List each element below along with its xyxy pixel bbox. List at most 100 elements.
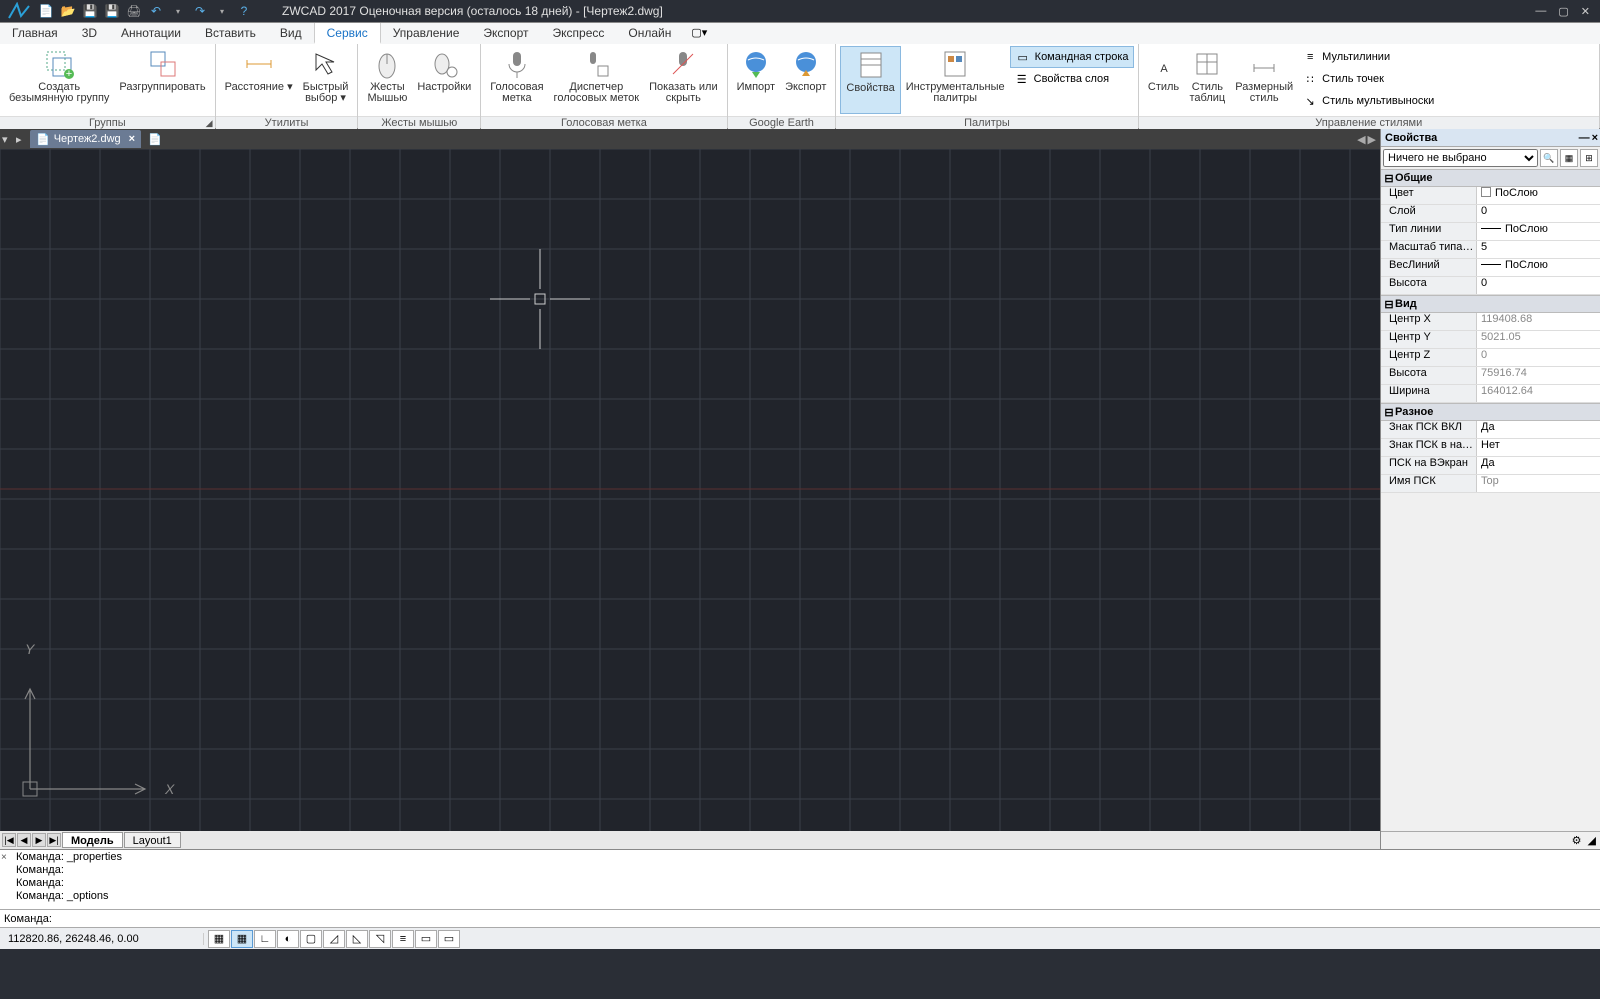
- property-group-header[interactable]: ⊟Вид: [1381, 295, 1600, 313]
- dim-style-button[interactable]: Размерный стиль: [1230, 46, 1298, 114]
- table-style-button[interactable]: Стиль таблиц: [1185, 46, 1231, 114]
- multilines-button[interactable]: ≡ Мультилинии: [1298, 46, 1438, 68]
- layout-nav-prev-icon[interactable]: ◀: [17, 833, 31, 847]
- status-toggle-lwt-icon[interactable]: ◺: [346, 930, 368, 948]
- property-row[interactable]: ПСК на ВЭкранДа: [1381, 457, 1600, 475]
- voice-label-button[interactable]: Голосовая метка: [485, 46, 548, 114]
- property-row[interactable]: Высота75916.74: [1381, 367, 1600, 385]
- qat-saveas-icon[interactable]: 💾: [104, 3, 120, 19]
- property-row[interactable]: Высота0: [1381, 277, 1600, 295]
- tab-pin-icon[interactable]: ▸: [16, 133, 22, 146]
- property-row[interactable]: Масштаб типа л...5: [1381, 241, 1600, 259]
- pick-add-icon[interactable]: ▦: [1560, 149, 1578, 167]
- properties-palette-button[interactable]: Свойства: [840, 46, 900, 114]
- qat-new-icon[interactable]: 📄: [38, 3, 54, 19]
- property-row[interactable]: Имя ПСКTop: [1381, 475, 1600, 493]
- qat-undo-icon[interactable]: ↶: [148, 3, 164, 19]
- tab-scroll-left-icon[interactable]: ◀: [1357, 133, 1365, 146]
- multileader-style-button[interactable]: ↘ Стиль мультивыноски: [1298, 90, 1438, 112]
- distance-button[interactable]: Расстояние ▾: [220, 46, 298, 114]
- status-toggle-snap-icon[interactable]: ▦: [231, 930, 253, 948]
- status-toggle-dyn-icon[interactable]: ◹: [369, 930, 391, 948]
- ribbon-tab-service[interactable]: Сервис: [314, 23, 381, 44]
- property-value[interactable]: Нет: [1477, 439, 1600, 456]
- status-toggle-ortho-icon[interactable]: ∟: [254, 930, 276, 948]
- property-row[interactable]: Ширина164012.64: [1381, 385, 1600, 403]
- status-toggle-otrack-icon[interactable]: ◿: [323, 930, 345, 948]
- voice-show-hide-button[interactable]: Показать или скрыть: [644, 46, 723, 114]
- qat-open-icon[interactable]: 📂: [60, 3, 76, 19]
- qat-undo-dropdown-icon[interactable]: ▾: [170, 3, 186, 19]
- palette-autohide-icon[interactable]: ◢: [1588, 834, 1596, 847]
- layout-nav-last-icon[interactable]: ▶|: [47, 833, 61, 847]
- coordinates-display[interactable]: 112820.86, 26248.46, 0.00: [4, 933, 204, 945]
- property-row[interactable]: Тип линииПоСлою: [1381, 223, 1600, 241]
- status-toggle-a-icon[interactable]: ▭: [415, 930, 437, 948]
- qat-save-icon[interactable]: 💾: [82, 3, 98, 19]
- qat-help-icon[interactable]: ?: [236, 3, 252, 19]
- property-row[interactable]: Знак ПСК ВКЛДа: [1381, 421, 1600, 439]
- property-row[interactable]: ЦветПоСлою: [1381, 187, 1600, 205]
- create-unnamed-group-button[interactable]: + Создать безымянную группу: [4, 46, 114, 114]
- ge-import-button[interactable]: Импорт: [732, 46, 780, 114]
- ribbon-tab-express[interactable]: Экспресс: [541, 23, 617, 44]
- ribbon-tab-annotations[interactable]: Аннотации: [109, 23, 193, 44]
- window-close-icon[interactable]: ✕: [1581, 5, 1590, 18]
- property-value[interactable]: Да: [1477, 457, 1600, 474]
- ribbon-tab-insert[interactable]: Вставить: [193, 23, 268, 44]
- text-style-button[interactable]: A Стиль: [1143, 46, 1185, 114]
- qat-print-icon[interactable]: 🖨: [126, 3, 142, 19]
- status-toggle-b-icon[interactable]: ▭: [438, 930, 460, 948]
- model-tab[interactable]: Модель: [62, 832, 123, 848]
- property-value[interactable]: ПоСлою: [1477, 259, 1600, 276]
- tab-scroll-right-icon[interactable]: ▶: [1368, 133, 1376, 146]
- ribbon-tab-home[interactable]: Главная: [0, 23, 70, 44]
- command-input[interactable]: [52, 912, 1600, 926]
- property-group-header[interactable]: ⊟Общие: [1381, 169, 1600, 187]
- layer-properties-button[interactable]: ☰ Свойства слоя: [1010, 68, 1134, 90]
- properties-title-bar[interactable]: Свойства —×: [1381, 129, 1600, 147]
- ribbon-tab-view[interactable]: Вид: [268, 23, 314, 44]
- property-row[interactable]: ВесЛинийПоСлою: [1381, 259, 1600, 277]
- property-row[interactable]: Знак ПСК в нач. ...Нет: [1381, 439, 1600, 457]
- command-line-button[interactable]: ▭ Командная строка: [1010, 46, 1134, 68]
- property-value[interactable]: 0: [1477, 277, 1600, 294]
- status-toggle-osnap-icon[interactable]: ▢: [300, 930, 322, 948]
- quick-select-button[interactable]: Быстрый выбор ▾: [298, 46, 354, 114]
- property-row[interactable]: Центр X119408.68: [1381, 313, 1600, 331]
- property-row[interactable]: Слой0: [1381, 205, 1600, 223]
- property-value[interactable]: 0: [1477, 205, 1600, 222]
- palette-settings-icon[interactable]: ⚙: [1572, 834, 1582, 847]
- window-minimize-icon[interactable]: —: [1535, 5, 1546, 18]
- ribbon-tab-online[interactable]: Онлайн: [616, 23, 683, 44]
- toggle-pickadd-icon[interactable]: ⊞: [1580, 149, 1598, 167]
- ribbon-expand-toggle-icon[interactable]: ▢▾: [683, 23, 715, 44]
- status-toggle-model-icon[interactable]: ≡: [392, 930, 414, 948]
- window-maximize-icon[interactable]: ▢: [1558, 5, 1568, 18]
- layout-nav-next-icon[interactable]: ▶: [32, 833, 46, 847]
- document-tab[interactable]: 📄 Чертеж2.dwg ×: [30, 130, 141, 148]
- qat-redo-dropdown-icon[interactable]: ▾: [214, 3, 230, 19]
- ge-export-button[interactable]: Экспорт: [780, 46, 831, 114]
- layout-nav-first-icon[interactable]: |◀: [2, 833, 16, 847]
- ribbon-tab-manage[interactable]: Управление: [381, 23, 472, 44]
- property-row[interactable]: Центр Y5021.05: [1381, 331, 1600, 349]
- palette-close-icon[interactable]: ×: [1592, 132, 1598, 144]
- quick-select-palette-icon[interactable]: 🔍: [1540, 149, 1558, 167]
- status-toggle-grid-icon[interactable]: ▦: [208, 930, 230, 948]
- qat-redo-icon[interactable]: ↷: [192, 3, 208, 19]
- close-tab-icon[interactable]: ×: [129, 133, 135, 145]
- property-value[interactable]: Да: [1477, 421, 1600, 438]
- command-history[interactable]: × Команда: _properties Команда: Команда:…: [0, 850, 1600, 909]
- panel-launcher-groups-icon[interactable]: ◢: [206, 118, 213, 129]
- new-document-tab-icon[interactable]: 📄: [143, 133, 167, 146]
- ungroup-button[interactable]: Разгруппировать: [114, 46, 210, 114]
- voice-manager-button[interactable]: Диспетчер голосовых меток: [549, 46, 645, 114]
- drawing-canvas[interactable]: Y X: [0, 149, 1380, 831]
- property-value[interactable]: ПоСлою: [1477, 187, 1600, 204]
- properties-selection-dropdown[interactable]: Ничего не выбрано: [1383, 149, 1538, 167]
- tab-dropdown-icon[interactable]: ▾: [2, 133, 8, 146]
- property-group-header[interactable]: ⊟Разное: [1381, 403, 1600, 421]
- ribbon-tab-3d[interactable]: 3D: [70, 23, 109, 44]
- status-toggle-polar-icon[interactable]: ◐: [277, 930, 299, 948]
